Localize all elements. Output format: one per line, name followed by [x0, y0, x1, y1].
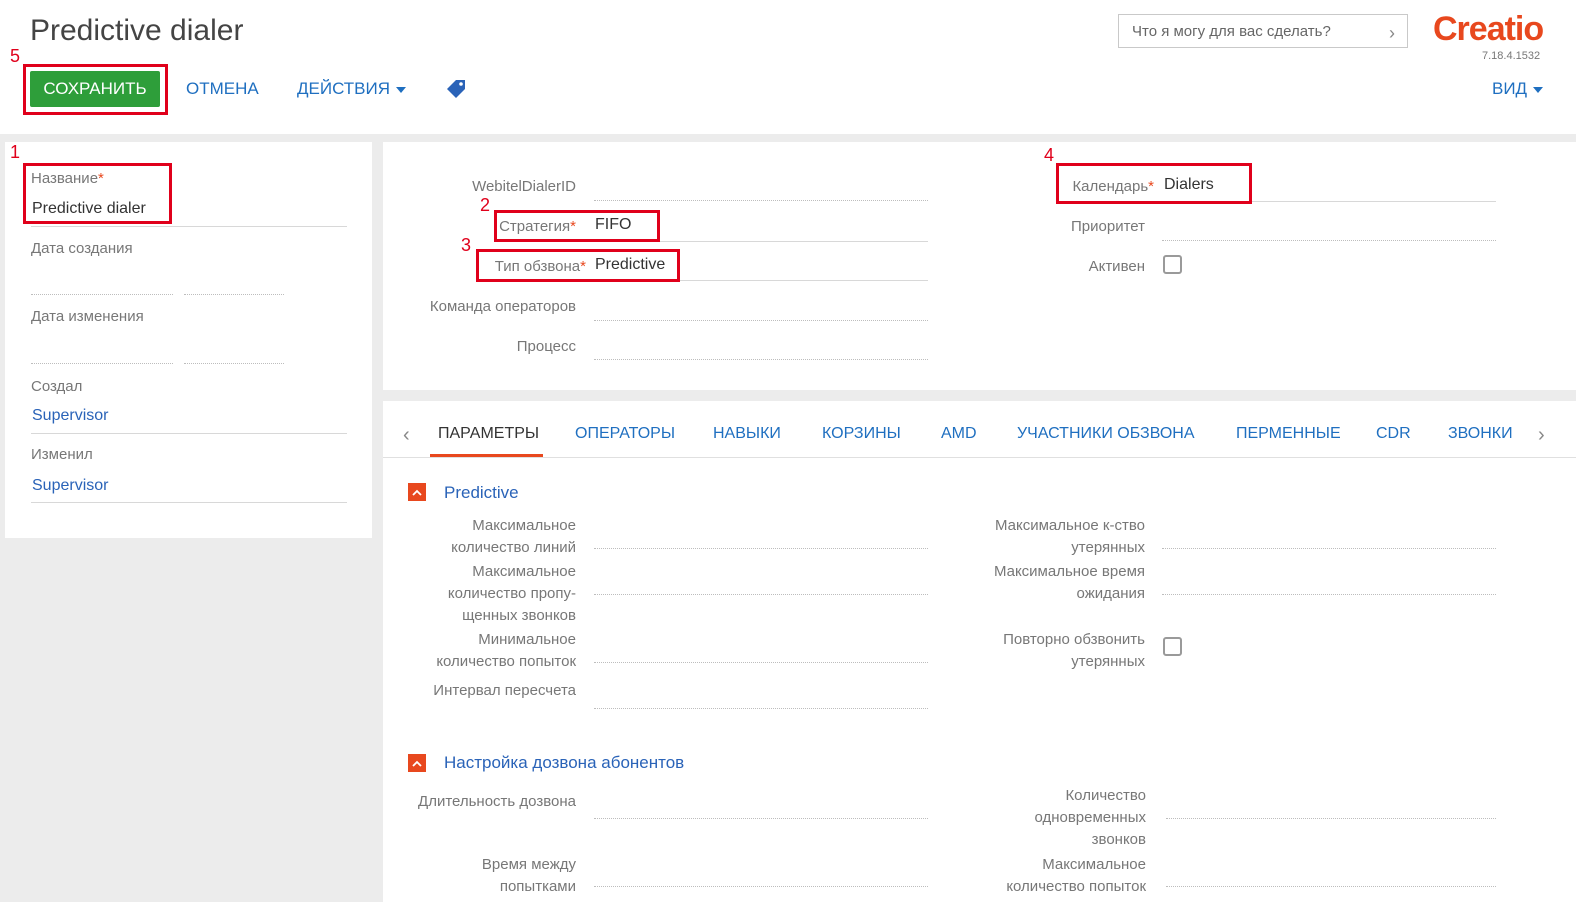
tab-baskets[interactable]: КОРЗИНЫ [822, 425, 901, 443]
created-time-field[interactable] [184, 294, 284, 295]
priority-field[interactable] [1162, 240, 1496, 241]
priority-label: Приоритет [1071, 218, 1145, 235]
chevron-left-icon[interactable]: ‹ [403, 424, 410, 447]
tab-parameters[interactable]: ПАРАМЕТРЫ [438, 425, 539, 443]
actions-label: ДЕЙСТВИЯ [297, 79, 391, 98]
min-attempts-label: Минимальное количество попыток [436, 631, 576, 670]
dialer-id-label: WebitelDialerID [472, 178, 576, 195]
view-button[interactable]: ВИД [1492, 79, 1544, 99]
max-lines-field[interactable] [594, 548, 928, 549]
min-attempts-field[interactable] [594, 662, 928, 663]
max-attempts-label: Максимальное количество попыток [1006, 856, 1146, 895]
actions-button[interactable]: ДЕЙСТВИЯ [297, 79, 407, 99]
dial-duration-field[interactable] [594, 818, 928, 819]
divider [31, 433, 347, 434]
chevron-down-icon [396, 86, 407, 93]
tab-cdr[interactable]: CDR [1376, 425, 1411, 443]
creatio-logo: Creatio [1433, 10, 1544, 48]
tab-skills[interactable]: НАВЫКИ [713, 425, 781, 443]
tab-participants[interactable]: УЧАСТНИКИ ОБЗВОНА [1017, 425, 1195, 443]
divider [31, 226, 347, 227]
tab-variables[interactable]: ПЕРМЕННЫЕ [1236, 425, 1341, 443]
dial-duration-label: Длительность дозвона [418, 793, 576, 810]
max-wait-field[interactable] [1162, 594, 1496, 595]
version-label: 7.18.4.1532 [1482, 50, 1541, 62]
collapse-icon[interactable] [408, 754, 426, 772]
marker-1: 1 [10, 142, 21, 162]
highlight-strategy [494, 210, 660, 242]
marker-3: 3 [461, 235, 472, 255]
max-missed-label: Максимальное количество пропу-щенных звон… [447, 563, 576, 624]
concurrent-calls-field[interactable] [1166, 818, 1496, 819]
cancel-button[interactable]: ОТМЕНА [186, 79, 259, 99]
chevron-right-icon[interactable]: › [1538, 424, 1545, 447]
redial-lost-checkbox[interactable] [1163, 637, 1182, 656]
recalc-interval-field[interactable] [594, 708, 928, 709]
tab-amd[interactable]: AMD [941, 425, 977, 443]
max-lost-field[interactable] [1162, 548, 1496, 549]
time-between-field[interactable] [594, 886, 928, 887]
process-field[interactable] [594, 359, 928, 360]
process-label: Процесс [516, 338, 576, 355]
modified-date-field[interactable] [31, 363, 173, 364]
created-date-label: Дата создания [31, 240, 133, 257]
operator-team-label: Команда операторов [429, 298, 576, 315]
marker-4: 4 [1044, 145, 1055, 165]
dialer-id-field[interactable] [594, 200, 928, 201]
active-tab-indicator [430, 454, 543, 457]
highlight-dial-type [476, 249, 680, 282]
concurrent-calls-label: Количество одновременных звонков [1034, 787, 1146, 848]
max-missed-field[interactable] [594, 594, 928, 595]
max-lost-label: Максимальное к-ство утерянных [994, 517, 1145, 556]
active-checkbox[interactable] [1163, 255, 1182, 274]
active-label: Активен [1088, 258, 1145, 275]
collapse-icon[interactable] [408, 483, 426, 501]
max-wait-label: Максимальное время ожидания [993, 563, 1145, 602]
tab-operators[interactable]: ОПЕРАТОРЫ [575, 425, 675, 443]
chevron-right-icon[interactable]: › [1389, 23, 1395, 44]
section-title-dialing[interactable]: Настройка дозвона абонентов [444, 753, 684, 773]
created-by-link[interactable]: Supervisor [32, 407, 108, 425]
divider [31, 502, 347, 503]
highlight-name [23, 163, 172, 224]
marker-5: 5 [10, 46, 21, 66]
section-title-predictive[interactable]: Predictive [444, 483, 519, 503]
redial-lost-label: Повторно обзвонить утерянных [1003, 631, 1145, 670]
recalc-interval-label: Интервал пересчета [433, 682, 576, 699]
time-between-label: Время между попытками [481, 856, 576, 895]
max-attempts-field[interactable] [1166, 886, 1496, 887]
page-title: Predictive dialer [30, 14, 244, 47]
marker-2: 2 [480, 195, 491, 215]
tabs-divider [383, 457, 1576, 458]
max-lines-label: Максимальное количество линий [451, 517, 576, 556]
created-by-label: Создал [31, 378, 83, 395]
view-label: ВИД [1492, 79, 1528, 98]
highlight-save [23, 64, 168, 115]
command-search-input[interactable]: Что я могу для вас сделать? › [1118, 14, 1408, 48]
modified-by-label: Изменил [31, 446, 93, 463]
operator-team-field[interactable] [594, 320, 928, 321]
tag-icon[interactable] [446, 79, 466, 99]
created-date-field[interactable] [31, 294, 173, 295]
modified-by-link[interactable]: Supervisor [32, 477, 108, 495]
chevron-down-icon [1533, 86, 1544, 93]
modified-date-label: Дата изменения [31, 308, 144, 325]
search-placeholder: Что я могу для вас сделать? [1132, 22, 1331, 40]
highlight-calendar [1056, 163, 1252, 204]
tab-calls[interactable]: ЗВОНКИ [1448, 425, 1513, 443]
modified-time-field[interactable] [184, 363, 284, 364]
